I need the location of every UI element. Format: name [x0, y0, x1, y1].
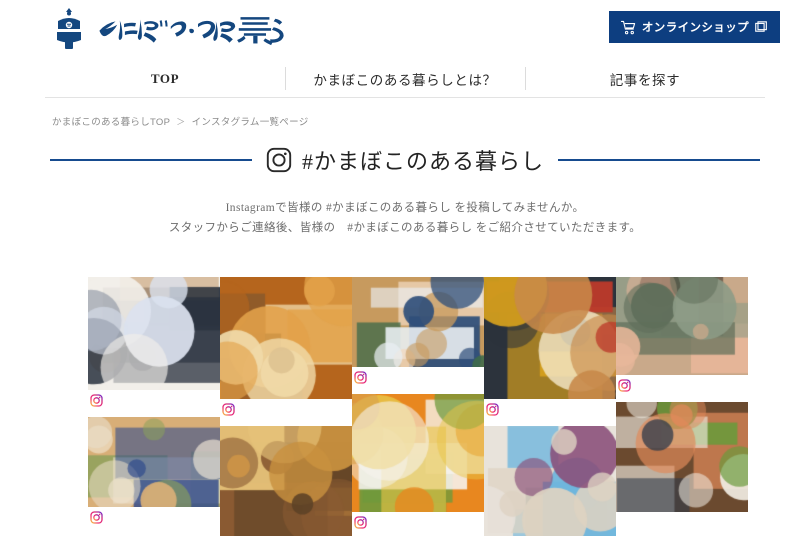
main-navigation: TOP かまぼこのある暮らしとは？ 記事を探す	[45, 60, 765, 98]
photo-image	[88, 277, 220, 390]
gallery-item	[220, 277, 352, 416]
instagram-icon[interactable]	[354, 371, 367, 384]
photo-chikuwa-platter-with-beer-bottles[interactable]	[220, 277, 352, 399]
nav-item-search-articles[interactable]: 記事を探す	[525, 60, 765, 97]
gallery-item	[484, 277, 616, 416]
photo-image	[484, 277, 616, 399]
title-rule-left	[50, 159, 252, 161]
instagram-icon[interactable]	[90, 511, 103, 524]
photo-kamaboko-package-in-hand[interactable]	[484, 426, 616, 536]
cart-icon	[620, 20, 636, 34]
gallery-column	[352, 277, 484, 537]
page-title-row: #かまぼこのある暮らし	[0, 144, 810, 176]
photo-twin-bento-boxes-fried-egg[interactable]	[484, 277, 616, 399]
site-header: オンラインショップ	[0, 0, 810, 60]
instagram-icon[interactable]	[354, 516, 367, 529]
photo-sasa-kamaboko-on-black-placemat[interactable]	[88, 277, 220, 390]
breadcrumb-separator-icon: ＞	[176, 116, 186, 127]
breadcrumb-home-link[interactable]: かまぼこのある暮らしTOP	[52, 114, 170, 128]
kamaboko-mascot-icon	[57, 8, 81, 49]
gallery-item	[616, 402, 748, 512]
gallery-item	[484, 426, 616, 536]
photo-image	[220, 426, 352, 536]
photo-homemade-meal-tray-blue-plate[interactable]	[88, 417, 220, 507]
photo-image	[88, 417, 220, 507]
photo-image	[352, 394, 484, 512]
instagram-icon	[266, 147, 292, 173]
instagram-icon[interactable]	[618, 379, 631, 392]
gallery-item	[352, 277, 484, 384]
logo-wordmark	[99, 17, 284, 46]
instagram-icon[interactable]	[222, 403, 235, 416]
gallery-column	[220, 277, 352, 537]
photo-image	[220, 277, 352, 399]
photo-salmon-rice-bowl-with-negi[interactable]	[616, 402, 748, 512]
gallery-column	[88, 277, 220, 534]
photo-image	[616, 402, 748, 512]
photo-image	[484, 426, 616, 536]
gallery-item	[616, 277, 748, 392]
nav-item-about[interactable]: かまぼこのある暮らしとは？	[285, 60, 525, 97]
photo-image	[352, 277, 484, 367]
instagram-photo-grid	[88, 277, 748, 537]
page-title: #かまぼこのある暮らし	[266, 144, 544, 176]
photo-craft-beer-bottle-and-glass[interactable]	[220, 426, 352, 536]
breadcrumb-current: インスタグラム一覧ページ	[191, 117, 309, 128]
page-title-text: #かまぼこのある暮らし	[302, 149, 545, 174]
photo-simmered-vegetables-small-plate[interactable]	[616, 277, 748, 375]
gallery-item	[88, 277, 220, 407]
lead-text: Instagramで皆様の #かまぼこのある暮らし を投稿してみませんか。 スタ…	[0, 198, 810, 238]
gallery-item	[352, 394, 484, 529]
breadcrumb: かまぼこのある暮らしTOP ＞ インスタグラム一覧ページ	[52, 114, 810, 129]
nav-item-top[interactable]: TOP	[45, 60, 285, 97]
external-window-icon	[755, 20, 767, 32]
photo-bento-tray-with-drink[interactable]	[352, 277, 484, 367]
instagram-gallery-page: オンラインショップ TOP かまぼこのある暮らしとは？ 記事を探す かまぼこのあ…	[0, 0, 810, 537]
lead-line-2: スタッフからご連絡後、皆様の #かまぼこのある暮らし をご紹介させていただきます…	[168, 222, 642, 234]
photo-image	[616, 277, 748, 375]
gallery-column	[484, 277, 616, 537]
online-shop-button[interactable]: オンラインショップ	[608, 11, 780, 43]
instagram-icon[interactable]	[486, 403, 499, 416]
gallery-column	[616, 277, 748, 516]
online-shop-label: オンラインショップ	[641, 22, 749, 34]
photo-assorted-satsumaage-white-plate[interactable]	[352, 394, 484, 512]
gallery-item	[220, 426, 352, 536]
gallery-item	[88, 417, 220, 524]
title-rule-right	[558, 159, 761, 161]
lead-line-1: Instagramで皆様の #かまぼこのある暮らし を投稿してみませんか。	[225, 202, 585, 214]
site-logo[interactable]	[50, 6, 292, 52]
instagram-icon[interactable]	[90, 394, 103, 407]
